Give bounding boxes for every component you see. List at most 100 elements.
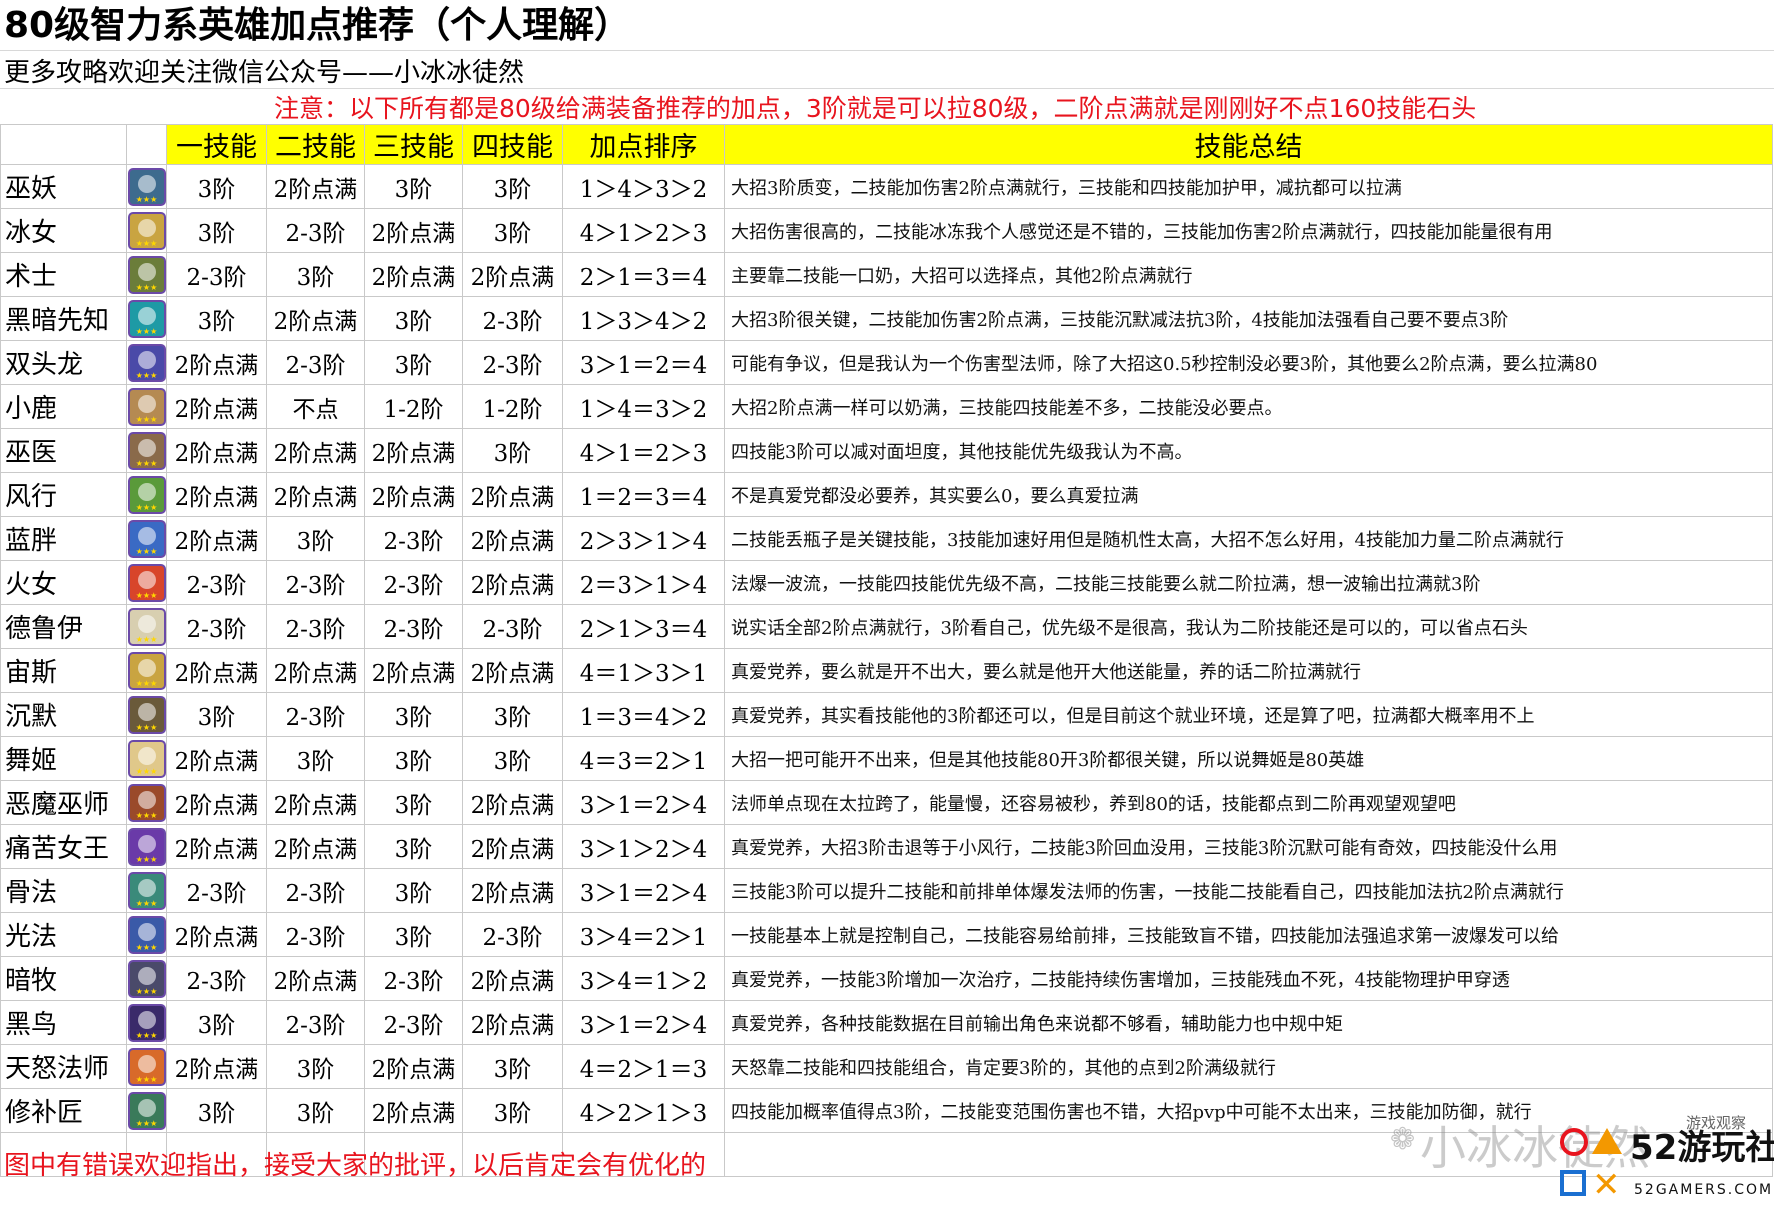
table-row: 小鹿2阶点满不点1-2阶1-2阶1＞4＝3＞2大招2阶点满一样可以奶满，三技能四… xyxy=(0,384,1773,429)
header-skill-1: 一技能 xyxy=(166,124,267,165)
hero-name: 小鹿 xyxy=(0,384,127,429)
table-row: 术士2-3阶3阶2阶点满2阶点满2＞1＝3＝4主要靠二技能一口奶，大招可以选择点… xyxy=(0,252,1773,297)
skill-4-level: 2阶点满 xyxy=(462,868,563,913)
skill-3-level: 2阶点满 xyxy=(364,1044,463,1089)
skill-1-level: 2阶点满 xyxy=(166,736,267,781)
hero-avatar xyxy=(126,340,167,385)
skill-3-level: 3阶 xyxy=(364,824,463,869)
table-row: 巫医2阶点满2阶点满2阶点满3阶4＞1＝2＞3四技能3阶可以减对面坦度，其他技能… xyxy=(0,428,1773,473)
row-divider xyxy=(0,88,1774,89)
skill-order: 4＝2＞1＝3 xyxy=(562,1044,725,1089)
skill-2-level: 2-3阶 xyxy=(266,868,365,913)
wechat-icon: ❁ xyxy=(1390,1122,1416,1157)
table-row: 黑鸟3阶2-3阶2-3阶2阶点满3＞1＝2＞4真爱党养，各种技能数据在目前输出角… xyxy=(0,1000,1773,1045)
skill-order: 3＞1＞2＞4 xyxy=(562,824,725,869)
hero-portrait-icon xyxy=(127,299,166,338)
skill-3-level: 2阶点满 xyxy=(364,648,463,693)
skill-order: 2＝3＞1＞4 xyxy=(562,560,725,605)
table-row: 暗牧2-3阶2阶点满2-3阶2阶点满3＞4＝1＞2真爱党养，一技能3阶增加一次治… xyxy=(0,956,1773,1001)
hero-avatar xyxy=(126,736,167,781)
hero-portrait-icon xyxy=(127,827,166,866)
hero-portrait-icon xyxy=(127,871,166,910)
skill-order: 4＝1＞3＞1 xyxy=(562,648,725,693)
hero-avatar xyxy=(126,912,167,957)
skill-4-level: 3阶 xyxy=(462,692,563,737)
skill-3-level: 3阶 xyxy=(364,296,463,341)
skill-order: 4＝3＝2＞1 xyxy=(562,736,725,781)
table-row: 冰女3阶2-3阶2阶点满3阶4＞1＞2＞3大招伤害很高的，二技能冰冻我个人感觉还… xyxy=(0,208,1773,253)
row-divider xyxy=(0,50,1774,51)
hero-portrait-icon xyxy=(127,783,166,822)
hero-portrait-icon xyxy=(127,1047,166,1086)
skill-1-level: 2阶点满 xyxy=(166,912,267,957)
hero-avatar xyxy=(126,868,167,913)
skill-4-level: 2-3阶 xyxy=(462,604,563,649)
skill-summary: 大招一把可能开不出来，但是其他技能80开3阶都很关键，所以说舞姬是80英雄 xyxy=(724,736,1773,781)
hero-avatar xyxy=(126,780,167,825)
skill-2-level: 3阶 xyxy=(266,1088,365,1133)
skill-3-level: 2阶点满 xyxy=(364,472,463,517)
skill-4-level: 2阶点满 xyxy=(462,472,563,517)
hero-avatar xyxy=(126,956,167,1001)
hero-portrait-icon xyxy=(127,1091,166,1130)
skill-3-level: 2阶点满 xyxy=(364,208,463,253)
hero-avatar xyxy=(126,604,167,649)
skill-2-level: 3阶 xyxy=(266,736,365,781)
skill-3-level: 2-3阶 xyxy=(364,516,463,561)
skill-summary: 法师单点现在太拉跨了，能量慢，还容易被秒，养到80的话，技能都点到二阶再观望观望… xyxy=(724,780,1773,825)
skill-order: 3＞1＝2＞4 xyxy=(562,780,725,825)
skill-1-level: 3阶 xyxy=(166,208,267,253)
skill-order: 4＞2＞1＞3 xyxy=(562,1088,725,1133)
page-subtitle: 更多攻略欢迎关注微信公众号——小冰冰徒然 xyxy=(4,58,525,88)
skill-2-level: 2-3阶 xyxy=(266,912,365,957)
hero-name: 沉默 xyxy=(0,692,127,737)
header-order: 加点排序 xyxy=(562,124,725,165)
skill-1-level: 2阶点满 xyxy=(166,472,267,517)
skill-summary: 四技能3阶可以减对面坦度，其他技能优先级我认为不高。 xyxy=(724,428,1773,473)
square-icon xyxy=(1560,1170,1586,1196)
skill-4-level: 2阶点满 xyxy=(462,1000,563,1045)
hero-name: 宙斯 xyxy=(0,648,127,693)
skill-1-level: 2阶点满 xyxy=(166,1044,267,1089)
table-row: 德鲁伊2-3阶2-3阶2-3阶2-3阶2＞1＞3＝4说实话全部2阶点满就行，3阶… xyxy=(0,604,1773,649)
skill-1-level: 3阶 xyxy=(166,164,267,209)
skill-3-level: 1-2阶 xyxy=(364,384,463,429)
hero-avatar xyxy=(126,472,167,517)
hero-name: 光法 xyxy=(0,912,127,957)
skill-1-level: 2-3阶 xyxy=(166,604,267,649)
hero-avatar xyxy=(126,1044,167,1089)
hero-portrait-icon xyxy=(127,915,166,954)
hero-name: 痛苦女王 xyxy=(0,824,127,869)
skill-4-level: 1-2阶 xyxy=(462,384,563,429)
skill-2-level: 3阶 xyxy=(266,1044,365,1089)
skill-3-level: 2阶点满 xyxy=(364,428,463,473)
skill-summary: 不是真爱党都没必要养，其实要么0，要么真爱拉满 xyxy=(724,472,1773,517)
table-row: 火女2-3阶2-3阶2-3阶2阶点满2＝3＞1＞4法爆一波流，一技能四技能优先级… xyxy=(0,560,1773,605)
circle-icon xyxy=(1560,1128,1588,1156)
hero-name: 德鲁伊 xyxy=(0,604,127,649)
skill-2-level: 2-3阶 xyxy=(266,1000,365,1045)
hero-name: 天怒法师 xyxy=(0,1044,127,1089)
hero-avatar xyxy=(126,208,167,253)
hero-name: 术士 xyxy=(0,252,127,297)
skill-3-level: 2阶点满 xyxy=(364,252,463,297)
hero-name: 风行 xyxy=(0,472,127,517)
table-row: 双头龙2阶点满2-3阶3阶2-3阶3＞1＝2＝4可能有争议，但是我认为一个伤害型… xyxy=(0,340,1773,385)
skill-4-level: 2阶点满 xyxy=(462,780,563,825)
skill-order: 1＝2＝3＝4 xyxy=(562,472,725,517)
skill-4-level: 2-3阶 xyxy=(462,340,563,385)
skill-table: 一技能 二技能 三技能 四技能 加点排序 技能总结 巫妖3阶2阶点满3阶3阶1＞… xyxy=(0,124,1773,1177)
skill-4-level: 2阶点满 xyxy=(462,516,563,561)
skill-summary: 真爱党养，其实看技能他的3阶都还可以，但是目前这个就业环境，还是算了吧，拉满都大… xyxy=(724,692,1773,737)
hero-name: 恶魔巫师 xyxy=(0,780,127,825)
skill-2-level: 2阶点满 xyxy=(266,428,365,473)
triangle-icon xyxy=(1592,1128,1622,1154)
skill-1-level: 2阶点满 xyxy=(166,648,267,693)
logo-site: 52GAMERS.COM xyxy=(1634,1182,1774,1198)
skill-4-level: 3阶 xyxy=(462,1044,563,1089)
skill-4-level: 2-3阶 xyxy=(462,296,563,341)
table-row: 沉默3阶2-3阶3阶3阶1＝3＝4＞2真爱党养，其实看技能他的3阶都还可以，但是… xyxy=(0,692,1773,737)
header-summary: 技能总结 xyxy=(724,124,1773,165)
skill-1-level: 2阶点满 xyxy=(166,428,267,473)
header-blank xyxy=(126,124,167,165)
